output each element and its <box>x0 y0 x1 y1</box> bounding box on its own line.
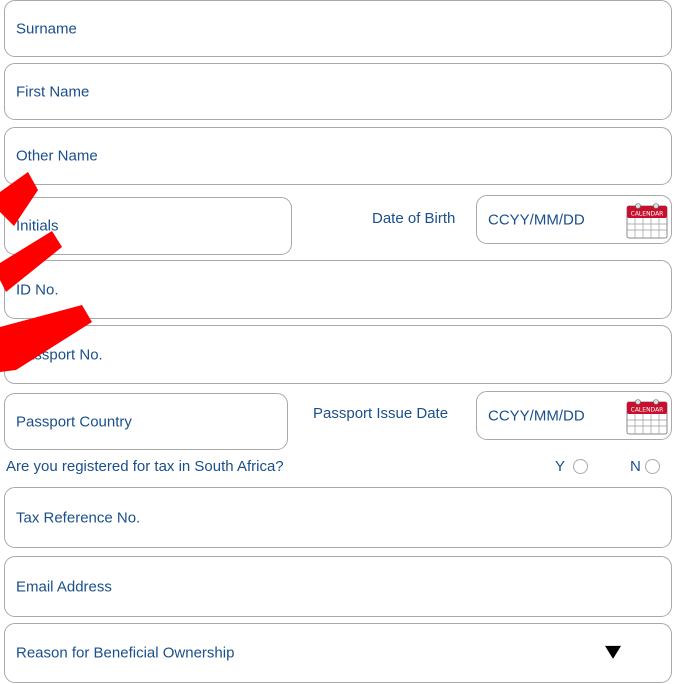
tax-no-label: N <box>630 458 641 475</box>
tax-reference-label: Tax Reference No. <box>16 509 141 526</box>
passport-number-field[interactable]: Passport No. <box>4 325 672 384</box>
initials-field[interactable]: Initials <box>4 197 292 255</box>
passport-country-field[interactable]: Passport Country <box>4 393 288 450</box>
tax-reference-field[interactable]: Tax Reference No. <box>4 487 672 548</box>
other-name-label: Other Name <box>16 147 98 165</box>
id-number-field[interactable]: ID No. <box>4 260 672 319</box>
passport-number-label: Passport No. <box>16 346 103 363</box>
calendar-icon-text: CALENDAR <box>631 406 664 413</box>
tax-yes-option[interactable]: Y <box>555 458 589 475</box>
email-label: Email Address <box>16 578 112 595</box>
passport-issue-date-input[interactable]: CCYY/MM/DD CALENDAR <box>476 391 672 440</box>
reason-label: Reason for Beneficial Ownership <box>16 644 235 662</box>
tax-no-option[interactable]: N <box>630 458 660 475</box>
tax-yes-radio[interactable] <box>573 459 589 474</box>
reason-dropdown[interactable]: Reason for Beneficial Ownership <box>4 623 672 683</box>
passport-country-label: Passport Country <box>16 413 132 430</box>
passport-issue-date-placeholder: CCYY/MM/DD <box>488 407 585 424</box>
id-number-label: ID No. <box>16 281 59 298</box>
chevron-down-icon[interactable] <box>605 645 621 659</box>
tax-yes-label: Y <box>555 458 566 475</box>
calendar-icon-text: CALENDAR <box>631 210 664 217</box>
surname-label: Surname <box>16 20 77 37</box>
date-of-birth-input[interactable]: CCYY/MM/DD CALENDAR <box>476 195 672 244</box>
first-name-field[interactable]: First Name <box>4 63 672 120</box>
tax-no-radio[interactable] <box>644 459 660 474</box>
date-of-birth-placeholder: CCYY/MM/DD <box>488 211 585 228</box>
other-name-field[interactable]: Other Name <box>4 127 672 185</box>
first-name-label: First Name <box>16 83 90 100</box>
date-of-birth-label: Date of Birth <box>372 210 456 227</box>
surname-field[interactable]: Surname <box>4 0 672 57</box>
passport-issue-date-label: Passport Issue Date <box>313 405 449 422</box>
calendar-icon[interactable]: CALENDAR <box>626 397 668 435</box>
initials-label: Initials <box>16 217 59 235</box>
tax-registration-question: Are you registered for tax in South Afri… <box>6 458 284 475</box>
email-field[interactable]: Email Address <box>4 556 672 617</box>
calendar-icon[interactable]: CALENDAR <box>626 201 668 239</box>
